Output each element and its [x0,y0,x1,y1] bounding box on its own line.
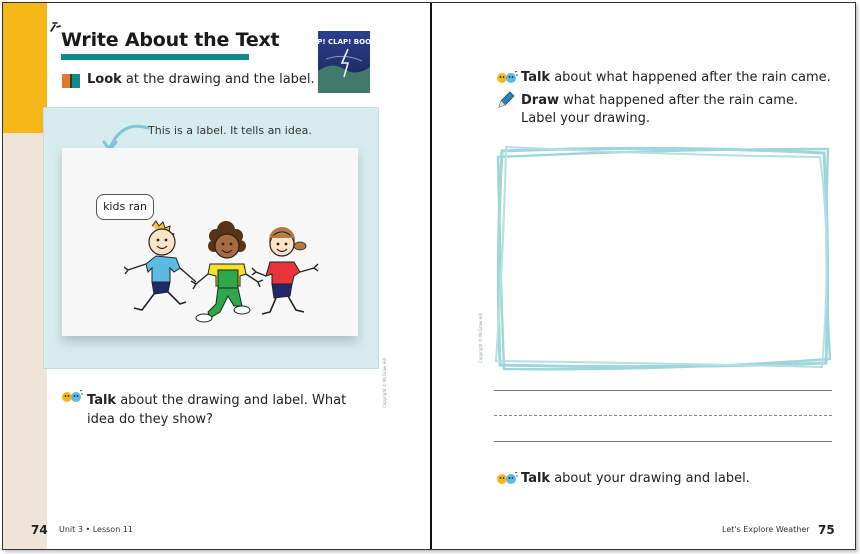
copyright-vertical-right: Copyright © McGraw Hill [478,313,483,363]
crayon-icon [498,91,515,108]
page-number-right: 75 [818,523,835,537]
book-icon [62,74,80,88]
copyright-vertical: Copyright © McGraw Hill [382,358,387,408]
kids-label-bubble: kids ran [96,194,154,220]
kid-red-shirt [251,227,319,315]
footer-left: Unit 3 • Lesson 11 [59,525,133,534]
book-spread: Write About the Text ZAP! CLAP! BOOM! Lo… [2,2,856,550]
book-cover-image: ZAP! CLAP! BOOM! [318,31,370,93]
kids-running-drawing [124,220,319,323]
right-page: Talk about what happened after the rain … [432,3,855,549]
talk-icon [497,71,518,83]
look-instruction: Look at the drawing and the label. [87,72,315,87]
writing-line-bottom[interactable] [494,441,832,442]
spark-icon [50,22,61,32]
talk-icon [62,390,83,402]
kid-blue-shirt [124,220,197,311]
peach-margin-bar [3,133,47,549]
drawing-paper: kids ran [62,148,358,336]
drawing-panel: This is a label. It tells an idea. kids … [43,107,387,408]
page-title: Write About the Text [61,29,280,51]
kid-yellow-shirt [190,221,264,323]
drawing-box[interactable] [494,145,832,371]
writing-line-middle[interactable] [494,415,832,416]
talk-icon [497,472,518,484]
draw-instruction: Draw what happened after the rain came. L… [521,93,799,126]
title-underline [61,54,249,60]
talk-rain-instruction: Talk about what happened after the rain … [521,70,831,85]
writing-line-top[interactable] [494,390,832,391]
yellow-margin-bar [3,3,47,133]
book-cover-title: ZAP! CLAP! BOOM! [318,38,370,46]
page-number-left: 74 [31,523,48,537]
talk-drawing-instruction: Talk about the drawing and label. What i… [87,393,347,427]
footer-right: Let's Explore Weather [722,525,810,534]
talk-own-drawing-instruction: Talk about your drawing and label. [521,471,750,486]
label-note: This is a label. It tells an idea. [148,124,312,137]
left-page: Write About the Text ZAP! CLAP! BOOM! Lo… [3,3,431,549]
